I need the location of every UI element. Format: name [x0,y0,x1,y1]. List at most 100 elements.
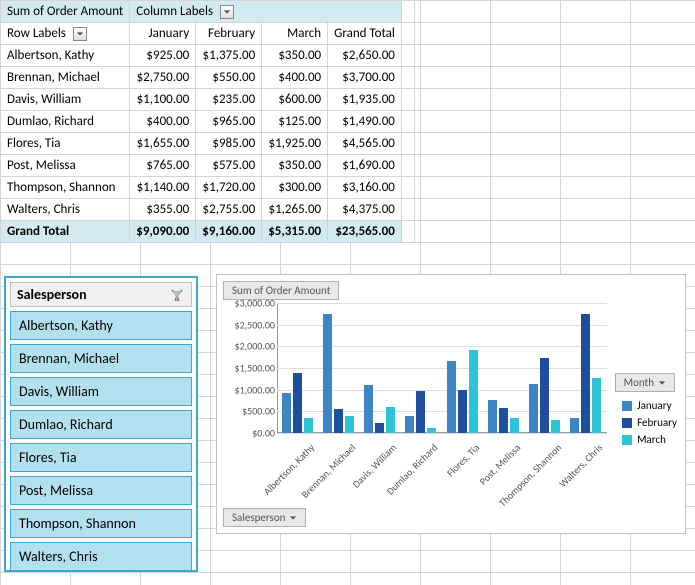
bar [447,361,456,433]
table-row: Walters, Chris$355.00$2,755.00$1,265.00$… [1,199,415,221]
slicer-item[interactable]: Thompson, Shannon [10,509,192,538]
table-row: Post, Melissa$765.00$575.00$350.00$1,690… [1,155,415,177]
slicer-item[interactable]: Dumlao, Richard [10,410,192,439]
y-tick-label: $500.00 [221,405,275,418]
total-mar: $5,315.00 [262,221,328,243]
y-tick-label: $0.00 [221,427,275,440]
bar-group [529,358,560,433]
row-name: Post, Melissa [1,155,130,177]
row-labels-text: Row Labels [7,26,66,41]
cell-value: $965.00 [196,111,262,133]
slicer-title: Salesperson [17,286,87,303]
chart-legend-button[interactable]: Month [615,373,675,392]
table-row: Davis, William$1,100.00$235.00$600.00$1,… [1,89,415,111]
bar-group [488,400,519,433]
x-tick-label: Flores, Tia [402,441,482,521]
row-name: Dumlao, Richard [1,111,130,133]
cell-value: $1,265.00 [262,199,328,221]
chart-plot-area [277,303,607,433]
total-jan: $9,090.00 [130,221,196,243]
cell-value: $2,755.00 [196,199,262,221]
row-name: Albertson, Kathy [1,45,130,67]
cell-value: $1,140.00 [130,177,196,199]
slicer-item[interactable]: Walters, Chris [10,542,192,571]
bar-group [282,373,313,433]
cell-value: $925.00 [130,45,196,67]
slicer-item[interactable]: Albertson, Kathy [10,311,192,340]
y-tick-label: $1,500.00 [221,362,275,375]
bar-group [447,350,478,433]
bar [529,384,538,433]
pivot-chart[interactable]: Sum of Order Amount Salesperson Month Ja… [216,274,686,534]
bar [581,314,590,433]
salesperson-slicer[interactable]: Salesperson Albertson, Kathy Brennan, Mic… [4,276,198,572]
col-january: January [130,23,196,45]
row-name: Davis, William [1,89,130,111]
bar-group [364,385,395,433]
bar [458,390,467,433]
slicer-item[interactable]: Flores, Tia [10,443,192,472]
slicer-item[interactable]: Brennan, Michael [10,344,192,373]
cell-value: $765.00 [130,155,196,177]
bar [510,418,519,433]
chevron-down-icon [658,379,666,387]
slicer-clear-icon[interactable] [169,287,185,303]
row-filter-icon[interactable] [73,27,87,41]
bar-group [323,314,354,433]
cell-value: $125.00 [262,111,328,133]
slicer-item[interactable]: Davis, William [10,377,192,406]
pivot-table: Sum of Order Amount Column Labels Row La… [0,0,415,243]
pivot-title: Sum of Order Amount [1,1,130,23]
row-total: $4,565.00 [328,133,402,155]
column-labels-header: Column Labels [130,1,402,23]
col-march: March [262,23,328,45]
cell-value: $550.00 [196,67,262,89]
cell-value: $400.00 [130,111,196,133]
slicer-item[interactable]: Post, Melissa [10,476,192,505]
cell-value: $350.00 [262,155,328,177]
bar [469,350,478,433]
legend-item: January [622,399,677,412]
row-name: Walters, Chris [1,199,130,221]
row-total: $1,490.00 [328,111,402,133]
bar [304,418,313,433]
row-name: Brennan, Michael [1,67,130,89]
bar [334,409,343,433]
bar [570,418,579,433]
bar [293,373,302,433]
bar [282,393,291,433]
row-total: $1,690.00 [328,155,402,177]
cell-value: $1,720.00 [196,177,262,199]
bar [386,407,395,433]
table-row: Brennan, Michael$2,750.00$550.00$400.00$… [1,67,415,89]
row-name: Flores, Tia [1,133,130,155]
cell-value: $355.00 [130,199,196,221]
slicer-header: Salesperson [10,282,192,307]
bar [323,314,332,433]
cell-value: $235.00 [196,89,262,111]
column-filter-icon[interactable] [220,5,234,19]
cell-value: $575.00 [196,155,262,177]
row-total: $3,700.00 [328,67,402,89]
y-tick-label: $3,000.00 [221,297,275,310]
chart-legend: January February March [622,395,677,450]
cell-value: $1,100.00 [130,89,196,111]
column-labels-text: Column Labels [136,4,213,19]
x-tick-label: Thompson, Shannon [484,441,564,521]
table-row: Flores, Tia$1,655.00$985.00$1,925.00$4,5… [1,133,415,155]
cell-value: $1,925.00 [262,133,328,155]
grand-total-row-label: Grand Total [1,221,130,243]
bar-group [570,314,601,433]
cell-value: $400.00 [262,67,328,89]
y-axis-labels: $0.00$500.00$1,000.00$1,500.00$2,000.00$… [221,303,275,433]
x-tick-label: Walters, Chris [526,441,606,521]
y-tick-label: $2,000.00 [221,340,275,353]
bar [427,428,436,433]
row-total: $1,935.00 [328,89,402,111]
row-total: $3,160.00 [328,177,402,199]
total-grand: $23,565.00 [328,221,402,243]
cell-value: $350.00 [262,45,328,67]
cell-value: $985.00 [196,133,262,155]
x-tick-label: Post, Melissa [443,441,523,521]
bar [551,420,560,433]
